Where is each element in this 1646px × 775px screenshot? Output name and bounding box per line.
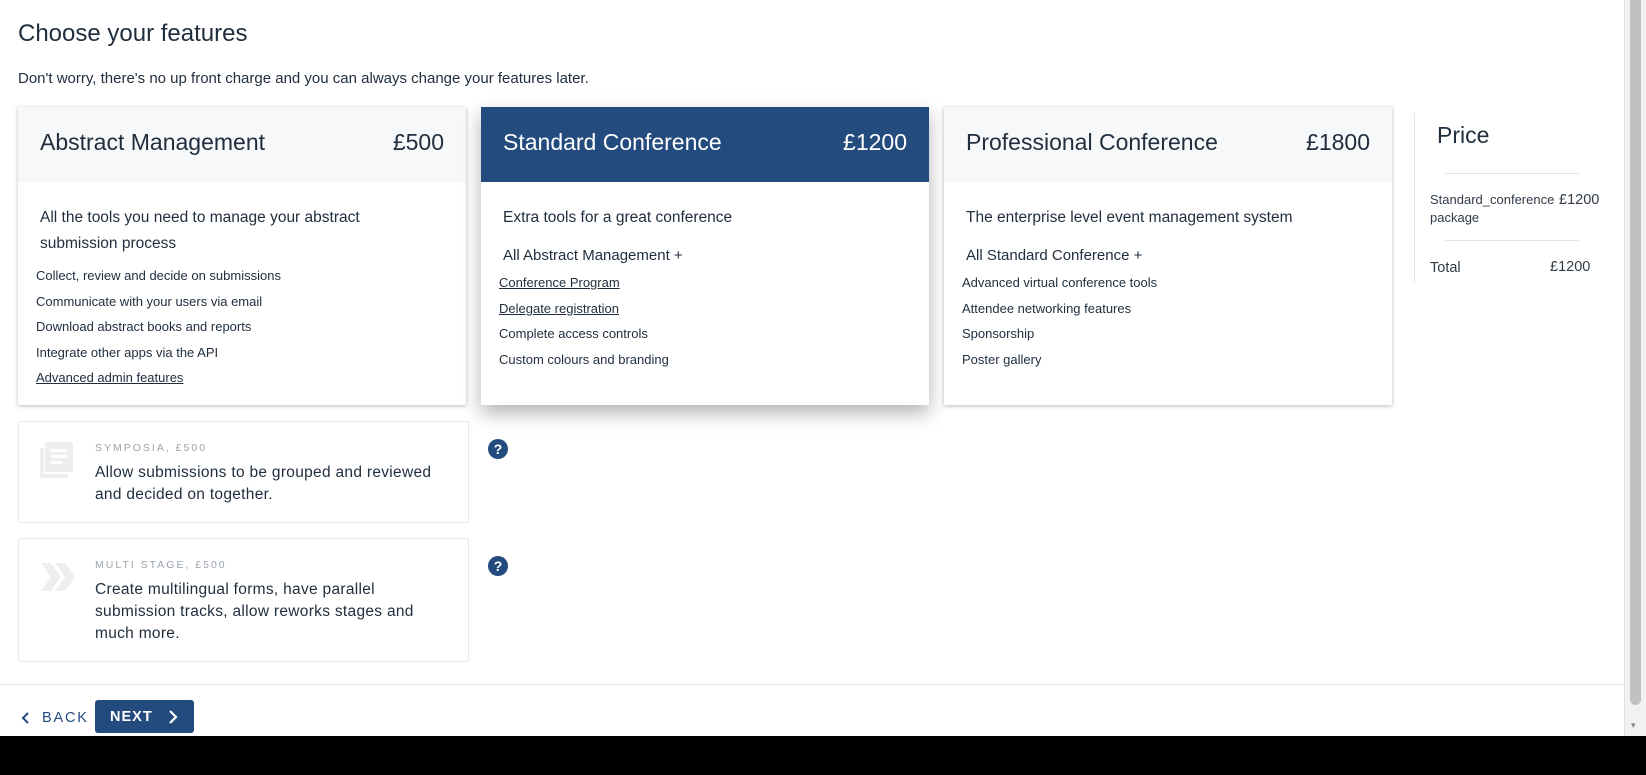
addon-description: Allow submissions to be grouped and revi…: [95, 464, 432, 503]
plan-feature: Communicate with your users via email: [36, 293, 263, 309]
divider: [1445, 240, 1579, 241]
price-line-item-amount: £1200: [1559, 192, 1600, 208]
plan-feature-link-advanced-admin[interactable]: Advanced admin features: [36, 365, 466, 391]
addon-kicker: MULTI STAGE, £500: [95, 559, 227, 571]
price-summary-panel: Price Standard_conference package £1200 …: [1414, 113, 1615, 283]
plan-feature: Custom colours and branding: [499, 351, 669, 367]
next-button[interactable]: NEXT: [95, 700, 194, 733]
addon-description: Create multilingual forms, have parallel…: [95, 581, 414, 642]
plan-feature: Attendee networking features: [962, 300, 1132, 316]
plan-card-standard-conference[interactable]: Standard Conference £1200 Extra tools fo…: [481, 107, 929, 405]
help-icon-multi-stage[interactable]: ?: [488, 556, 508, 576]
plan-card-header: Standard Conference £1200: [481, 107, 929, 182]
list-document-icon: [40, 442, 73, 478]
plan-description: Extra tools for a great conference: [503, 209, 733, 226]
chevron-right-icon: [168, 709, 178, 724]
divider: [1445, 173, 1579, 174]
plan-feature-list: Conference Program Delegate registration…: [481, 270, 929, 372]
plan-feature: Download abstract books and reports: [36, 319, 252, 335]
addon-card-multi-stage[interactable]: MULTI STAGE, £500 Create multilingual fo…: [18, 538, 469, 662]
plan-description: The enterprise level event management sy…: [966, 209, 1293, 226]
scroll-down-arrow-icon[interactable]: ▾: [1631, 721, 1636, 730]
plan-includes: All Standard Conference +: [966, 247, 1143, 264]
help-icon-symposia[interactable]: ?: [488, 439, 508, 459]
plan-feature-list: Advanced virtual conference tools Attend…: [944, 270, 1392, 372]
price-panel-title: Price: [1437, 122, 1490, 148]
page-title: Choose your features: [18, 20, 248, 47]
footer-divider: [0, 684, 1624, 685]
price-total-amount: £1200: [1550, 259, 1591, 275]
addon-kicker: SYMPOSIA, £500: [95, 442, 208, 454]
vertical-scrollbar[interactable]: ▾: [1624, 0, 1646, 736]
double-chevron-icon: [41, 563, 75, 591]
next-button-label: NEXT: [110, 708, 153, 725]
plan-card-header: Abstract Management £500: [18, 107, 466, 182]
plan-card-professional-conference[interactable]: Professional Conference £1800 The enterp…: [944, 107, 1392, 405]
plan-feature: Integrate other apps via the API: [36, 344, 219, 360]
plan-card-abstract-management[interactable]: Abstract Management £500 All the tools y…: [18, 107, 466, 405]
back-button[interactable]: BACK: [20, 703, 89, 733]
plan-card-header: Professional Conference £1800: [944, 107, 1392, 182]
addon-card-symposia[interactable]: SYMPOSIA, £500 Allow submissions to be g…: [18, 421, 469, 523]
plan-name: Abstract Management: [40, 129, 266, 155]
price-total-label: Total: [1430, 260, 1461, 276]
plan-feature-link-delegate-registration[interactable]: Delegate registration: [499, 296, 929, 322]
page-subtitle: Don't worry, there's no up front charge …: [18, 70, 589, 87]
back-button-label: BACK: [42, 710, 89, 726]
plan-feature: Poster gallery: [962, 351, 1042, 367]
plan-feature-list: Collect, review and decide on submission…: [18, 263, 466, 391]
main-viewport: Choose your features Don't worry, there'…: [0, 0, 1646, 736]
plan-feature: Sponsorship: [962, 326, 1035, 342]
plan-name: Professional Conference: [966, 129, 1218, 155]
plan-price: £1800: [1306, 129, 1370, 155]
plan-feature: Advanced virtual conference tools: [962, 275, 1158, 290]
chevron-left-icon: [21, 712, 29, 724]
plan-includes: All Abstract Management +: [503, 247, 683, 264]
plan-feature: Collect, review and decide on submission…: [36, 268, 281, 283]
plan-description: All the tools you need to manage your ab…: [40, 209, 360, 252]
plan-price: £500: [392, 129, 444, 155]
plan-name: Standard Conference: [503, 129, 722, 155]
plan-feature-link-conference-program[interactable]: Conference Program: [499, 270, 929, 296]
plan-price: £1200: [843, 129, 907, 155]
price-line-item: Standard_conference package: [1430, 192, 1555, 225]
scrollbar-thumb[interactable]: [1630, 0, 1641, 705]
plan-feature: Complete access controls: [499, 326, 648, 342]
